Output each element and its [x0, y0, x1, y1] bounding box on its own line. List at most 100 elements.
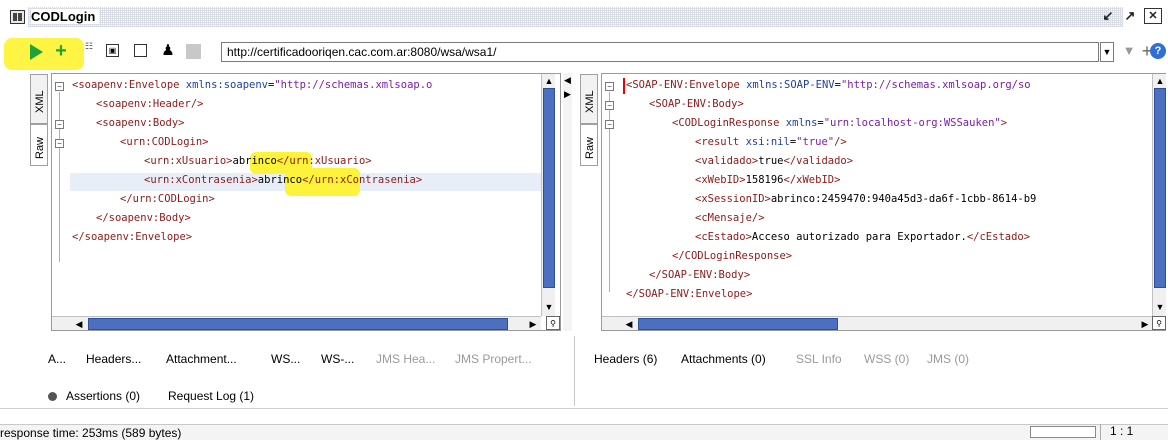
tab-request-raw[interactable]: Raw	[30, 124, 48, 166]
request-vertical-scrollbar[interactable]: ▲ ▼	[541, 74, 555, 316]
find-icon[interactable]: ⚲	[1152, 316, 1166, 330]
fold-toggle[interactable]: −	[605, 82, 614, 91]
tab-view-button[interactable]	[134, 44, 147, 57]
tab-response-attachments[interactable]: Attachments (0)	[681, 352, 766, 366]
scroll-down-icon[interactable]: ▼	[1153, 300, 1167, 314]
fold-toggle[interactable]: −	[605, 120, 614, 129]
xml-line[interactable]: <xWebID>158196</xWebID>	[695, 171, 840, 190]
xml-line[interactable]: <cMensaje/>	[695, 209, 765, 228]
tab-request-ws-a[interactable]: WS-...	[321, 352, 354, 366]
tab-response-raw[interactable]: Raw	[580, 124, 598, 166]
tab-request-xml[interactable]: XML	[30, 74, 48, 124]
endpoint-dropdown[interactable]: ▼	[1100, 42, 1114, 62]
response-vertical-scrollbar[interactable]: ▲ ▼	[1152, 74, 1166, 316]
assertion-status-icon	[48, 392, 57, 401]
dock-icon[interactable]: ↙	[1099, 8, 1117, 24]
xml-token: <xWebID>	[695, 174, 746, 186]
splitter-left-arrow-icon[interactable]: ◀	[564, 75, 571, 86]
xml-token: <validado>	[695, 155, 759, 167]
tab-request-headers[interactable]: Headers...	[86, 352, 141, 366]
xml-token: <urn:xContrasenia>	[144, 174, 258, 186]
run-request-button[interactable]	[30, 44, 48, 62]
xml-line[interactable]: <urn:xUsuario>abrinco</urn:xUsuario>	[144, 152, 372, 171]
close-icon[interactable]: ✕	[1144, 8, 1162, 24]
xml-line[interactable]: </urn:CODLogin>	[120, 190, 215, 209]
request-vscroll-thumb[interactable]	[543, 88, 555, 288]
xml-line[interactable]: <xSessionID>abrinco:2459470:940a45d3-da6…	[695, 190, 1036, 209]
xml-line[interactable]: <CODLoginResponse xmlns="urn:localhost-o…	[672, 114, 1007, 133]
expand-editor-button[interactable]: ▣	[106, 44, 119, 57]
scroll-right-icon[interactable]: ▶	[1138, 317, 1152, 331]
maximize-icon[interactable]: ↗	[1121, 8, 1139, 24]
xml-token: abrinco:2459470:940a45d3-da6f-1cbb-8614-…	[770, 193, 1037, 205]
tab-request-attachments[interactable]: Attachment...	[166, 352, 237, 366]
status-bar: response time: 253ms (589 bytes)	[0, 424, 1168, 440]
pane-splitter[interactable]: ◀ ▶	[563, 73, 572, 331]
tab-assertions[interactable]: Assertions (0)	[66, 389, 140, 403]
endpoint-url-field[interactable]: http://certificadooriqen.cac.com.ar:8080…	[221, 42, 1099, 62]
xml-line[interactable]: </soapenv:Envelope>	[72, 228, 192, 247]
xml-line[interactable]: </SOAP-ENV:Body>	[649, 266, 750, 285]
find-icon[interactable]: ⚲	[546, 316, 560, 330]
scroll-right-icon[interactable]: ▶	[526, 317, 540, 331]
xml-line[interactable]: <validado>true</validado>	[695, 152, 853, 171]
fold-toggle[interactable]: −	[55, 120, 64, 129]
xml-line[interactable]: <urn:CODLogin>	[120, 133, 209, 152]
xml-line[interactable]: <urn:xContrasenia>abrinco</urn:xContrase…	[144, 171, 422, 190]
xml-line[interactable]: <soapenv:Body>	[96, 114, 185, 133]
xml-line[interactable]: <result xsi:nil="true"/>	[695, 133, 847, 152]
xml-token: xmlns:SOAP-ENV	[746, 79, 835, 91]
scroll-down-icon[interactable]: ▼	[542, 300, 556, 314]
xml-token: abrinco	[232, 155, 277, 167]
disabled-toolbar-button	[186, 44, 201, 59]
help-button[interactable]: ?	[1150, 43, 1166, 59]
xml-token: <cMensaje/>	[695, 212, 765, 224]
tab-response-jms[interactable]: JMS (0)	[927, 352, 969, 366]
text-cursor	[623, 78, 625, 94]
response-horizontal-scrollbar[interactable]: ◀ ▶	[602, 316, 1152, 330]
scroll-up-icon[interactable]: ▲	[542, 74, 556, 88]
xml-line[interactable]: <SOAP-ENV:Body>	[649, 95, 744, 114]
xml-token: abrinco	[257, 174, 303, 186]
tab-response-ssl-info[interactable]: SSL Info	[796, 352, 842, 366]
tab-response-xml[interactable]: XML	[580, 74, 598, 124]
tab-response-wss[interactable]: WSS (0)	[864, 352, 909, 366]
response-hscroll-thumb[interactable]	[638, 318, 838, 330]
xml-token: xsi:nil	[745, 136, 790, 148]
fold-toggle[interactable]: −	[605, 101, 614, 110]
fold-toggle[interactable]: −	[55, 82, 64, 91]
xml-line[interactable]: </SOAP-ENV:Envelope>	[626, 285, 752, 304]
xml-line[interactable]: </soapenv:Body>	[96, 209, 191, 228]
panel-divider	[574, 336, 575, 406]
auth-settings-button[interactable]: ☷	[80, 42, 98, 60]
request-hscroll-thumb[interactable]	[88, 318, 508, 330]
splitter-right-arrow-icon[interactable]: ▶	[564, 89, 571, 100]
scroll-left-icon[interactable]: ◀	[72, 317, 86, 331]
response-vscroll-thumb[interactable]	[1154, 88, 1166, 288]
tab-request-ws[interactable]: WS...	[271, 352, 300, 366]
xml-line[interactable]: <soapenv:Envelope xmlns:soapenv="http://…	[72, 76, 432, 95]
tab-request-jms-headers[interactable]: JMS Hea...	[376, 352, 435, 366]
filter-button[interactable]: ▼	[1120, 42, 1138, 60]
tab-request-raw-label: Raw	[34, 136, 46, 159]
tab-request-jms-properties[interactable]: JMS Propert...	[455, 352, 532, 366]
user-icon: ♟	[161, 42, 175, 59]
xml-token: </CODLoginResponse>	[672, 250, 793, 262]
user-button[interactable]: ♟	[159, 42, 177, 60]
xml-line[interactable]: <SOAP-ENV:Envelope xmlns:SOAP-ENV="http:…	[626, 76, 1031, 95]
xml-line[interactable]: <cEstado>Acceso autorizado para Exportad…	[695, 228, 1030, 247]
request-horizontal-scrollbar[interactable]: ◀ ▶	[52, 316, 541, 330]
fold-guide	[59, 92, 60, 262]
fold-toggle[interactable]: −	[55, 139, 64, 148]
tab-response-headers[interactable]: Headers (6)	[594, 352, 657, 366]
add-assertion-button[interactable]: +	[52, 41, 70, 61]
settings-icon: ☷	[84, 41, 94, 51]
scroll-left-icon[interactable]: ◀	[622, 317, 636, 331]
xml-line[interactable]: <soapenv:Header/>	[96, 95, 203, 114]
xml-line[interactable]: </CODLoginResponse>	[672, 247, 792, 266]
tab-request-auth[interactable]: A...	[48, 352, 66, 366]
xml-token: <cEstado>	[695, 231, 752, 243]
xml-token: <result	[695, 136, 746, 148]
scroll-up-icon[interactable]: ▲	[1153, 74, 1167, 88]
tab-request-log[interactable]: Request Log (1)	[168, 389, 254, 403]
